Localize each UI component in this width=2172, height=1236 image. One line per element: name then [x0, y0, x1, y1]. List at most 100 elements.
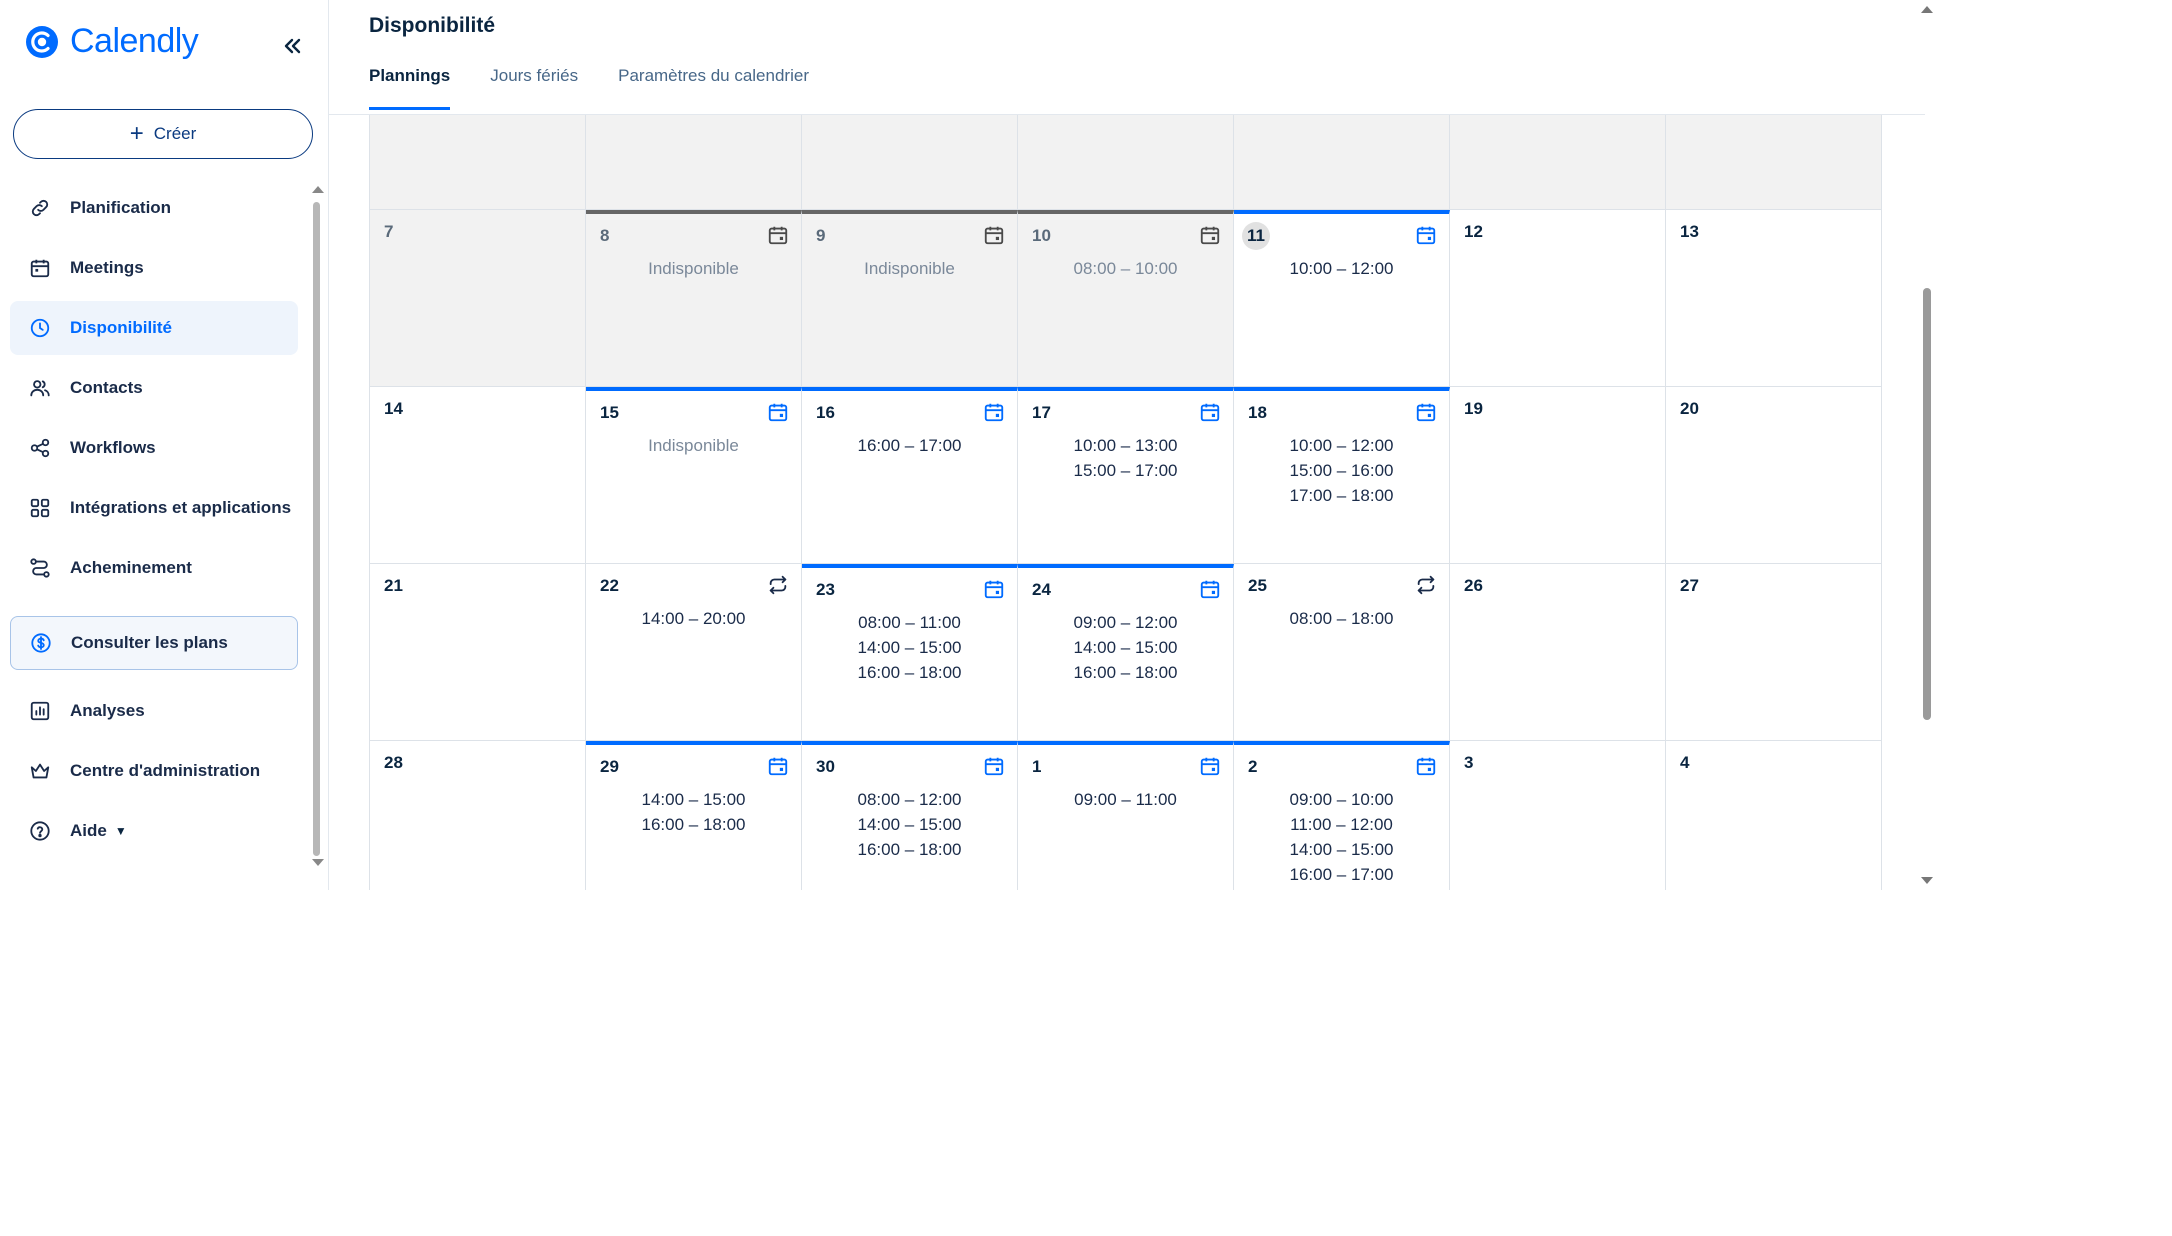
scroll-up-arrow-icon[interactable]	[1921, 6, 1933, 13]
calendar-date-icon[interactable]	[767, 224, 789, 246]
calendar-day-cell[interactable]: 25 08:00 – 18:00	[1234, 564, 1450, 740]
sidebar-item-disponibilite[interactable]: Disponibilité	[10, 301, 298, 355]
sidebar-scrollbar[interactable]	[312, 186, 324, 866]
availability-time-slot: Indisponible	[864, 259, 955, 278]
calendar-day-cell[interactable]: 29 14:00 – 15:00 16:00 – 18:00	[586, 741, 802, 890]
calendar-date-icon[interactable]	[983, 224, 1005, 246]
calendar-date-icon[interactable]	[1199, 224, 1221, 246]
calendar-day-cell[interactable]: 14	[370, 387, 586, 563]
availability-time-slot: 08:00 – 18:00	[1289, 609, 1394, 628]
calendar-day-cell[interactable]: 8 Indisponible	[586, 210, 802, 386]
availability-time-slot: 14:00 – 15:00	[857, 815, 962, 834]
dollar-icon	[29, 631, 53, 655]
calendar-date-icon[interactable]	[983, 755, 1005, 777]
calendar-icon	[28, 256, 52, 280]
calendar-date-icon[interactable]	[983, 401, 1005, 423]
tab-jours-feries[interactable]: Jours fériés	[490, 66, 578, 110]
repeat-icon[interactable]	[1415, 574, 1437, 596]
sidebar-item-planification[interactable]: Planification	[10, 181, 298, 235]
calendar-day-number: 30	[816, 757, 835, 776]
sidebar-item-acheminement[interactable]: Acheminement	[10, 541, 298, 595]
sidebar-item-workflows[interactable]: Workflows	[10, 421, 298, 475]
sidebar-item-consulter-les-plans[interactable]: Consulter les plans	[10, 616, 298, 670]
availability-time-slot: 08:00 – 10:00	[1073, 259, 1178, 278]
calendar-week-row: 7 8 Indisponible 9 Indisponible 10 08:00 – 10:…	[370, 210, 1882, 387]
sidebar-item-aide[interactable]: Aide ▼	[10, 804, 298, 858]
calendar-day-cell[interactable]: 26	[1450, 564, 1666, 740]
calendar-day-cell[interactable]: 23 08:00 – 11:00 14:00 – 15:00 16:00 – 18:0…	[802, 564, 1018, 740]
sidebar-item-centre-administration[interactable]: Centre d'administration	[10, 744, 298, 798]
sidebar-item-label: Acheminement	[70, 558, 192, 577]
calendar-date-icon[interactable]	[1415, 755, 1437, 777]
calendar-day-cell[interactable]: 11 10:00 – 12:00	[1234, 210, 1450, 386]
scroll-down-arrow-icon[interactable]	[312, 859, 324, 866]
calendar-day-cell[interactable]: 27	[1666, 564, 1882, 740]
calendar-date-icon[interactable]	[1199, 401, 1221, 423]
availability-times: Indisponible	[586, 433, 801, 458]
availability-time-slot: 16:00 – 18:00	[857, 840, 962, 859]
calendar-date-icon[interactable]	[1199, 755, 1221, 777]
sidebar-item-label: Workflows	[70, 438, 156, 457]
calendar-day-cell	[1234, 115, 1450, 209]
calendar-day-number: 22	[600, 576, 619, 595]
calendar-day-cell[interactable]: 3	[1450, 741, 1666, 890]
main-scrollbar[interactable]	[1920, 0, 1934, 890]
calendar-day-cell[interactable]: 10 08:00 – 10:00	[1018, 210, 1234, 386]
calendar-day-number: 20	[1680, 399, 1699, 418]
sidebar-item-analyses[interactable]: Analyses	[10, 684, 298, 738]
availability-times: 10:00 – 12:00	[1234, 256, 1449, 281]
scrollbar-thumb[interactable]	[313, 202, 320, 856]
scroll-down-arrow-icon[interactable]	[1921, 877, 1933, 884]
calendar-day-number: 7	[384, 222, 394, 241]
calendar-day-cell[interactable]: 7	[370, 210, 586, 386]
calendar-day-cell[interactable]: 30 08:00 – 12:00 14:00 – 15:00 16:00 – 18:0…	[802, 741, 1018, 890]
calendar-day-cell[interactable]: 9 Indisponible	[802, 210, 1018, 386]
availability-time-slot: Indisponible	[648, 259, 739, 278]
calendar-day-cell[interactable]: 17 10:00 – 13:00 15:00 – 17:00	[1018, 387, 1234, 563]
calendar-day-cell[interactable]: 12	[1450, 210, 1666, 386]
repeat-icon[interactable]	[767, 574, 789, 596]
calendar-day-cell[interactable]: 24 09:00 – 12:00 14:00 – 15:00 16:00 – 18:0…	[1018, 564, 1234, 740]
calendar-day-number: 3	[1464, 753, 1474, 772]
calendar-day-cell[interactable]: 28	[370, 741, 586, 890]
create-button[interactable]: + Créer	[13, 109, 313, 159]
tab-plannings[interactable]: Plannings	[369, 66, 451, 110]
calendar-day-cell[interactable]: 13	[1666, 210, 1882, 386]
calendar-date-icon[interactable]	[767, 401, 789, 423]
availability-times: Indisponible	[586, 256, 801, 281]
sidebar-item-integrations[interactable]: Intégrations et applications	[10, 481, 298, 535]
calendar-day-cell[interactable]: 16 16:00 – 17:00	[802, 387, 1018, 563]
calendar-day-cell[interactable]: 21	[370, 564, 586, 740]
sidebar-item-label: Consulter les plans	[71, 633, 228, 652]
calendar-day-number: 17	[1032, 403, 1051, 422]
collapse-sidebar-button[interactable]	[276, 30, 308, 62]
create-label: Créer	[153, 124, 197, 143]
calendar-day-cell[interactable]: 4	[1666, 741, 1882, 890]
availability-time-slot: 08:00 – 11:00	[858, 613, 961, 632]
calendar-day-cell[interactable]: 19	[1450, 387, 1666, 563]
calendly-logo[interactable]: Calendly	[24, 22, 199, 61]
caret-down-icon: ▼	[114, 824, 127, 838]
scroll-up-arrow-icon[interactable]	[312, 186, 324, 193]
sidebar-item-label: Aide	[70, 821, 107, 840]
scrollbar-thumb[interactable]	[1923, 288, 1931, 720]
calendar-date-icon[interactable]	[983, 578, 1005, 600]
calendar-day-cell[interactable]: 20	[1666, 387, 1882, 563]
availability-time-slot: 16:00 – 18:00	[1073, 663, 1178, 682]
calendar-day-cell[interactable]: 15 Indisponible	[586, 387, 802, 563]
calendar-day-cell[interactable]: 1 09:00 – 11:00	[1018, 741, 1234, 890]
calendar-day-cell[interactable]: 22 14:00 – 20:00	[586, 564, 802, 740]
calendar-date-icon[interactable]	[1415, 224, 1437, 246]
sidebar-item-meetings[interactable]: Meetings	[10, 241, 298, 295]
calendar-date-icon[interactable]	[1199, 578, 1221, 600]
calendar-date-icon[interactable]	[767, 755, 789, 777]
calendar-date-icon[interactable]	[1415, 401, 1437, 423]
tab-bar: Plannings Jours fériés Paramètres du cal…	[369, 66, 849, 110]
calendar-day-cell[interactable]: 2 09:00 – 10:00 11:00 – 12:00 14:00 – 15:00…	[1234, 741, 1450, 890]
calendar-day-cell[interactable]: 18 10:00 – 12:00 15:00 – 16:00 17:00 – 18:0…	[1234, 387, 1450, 563]
tab-parametres-calendrier[interactable]: Paramètres du calendrier	[618, 66, 809, 110]
calendar-day-cell	[370, 115, 586, 209]
help-icon	[28, 819, 52, 843]
availability-time-slot: 10:00 – 12:00	[1289, 436, 1394, 455]
sidebar-item-contacts[interactable]: Contacts	[10, 361, 298, 415]
